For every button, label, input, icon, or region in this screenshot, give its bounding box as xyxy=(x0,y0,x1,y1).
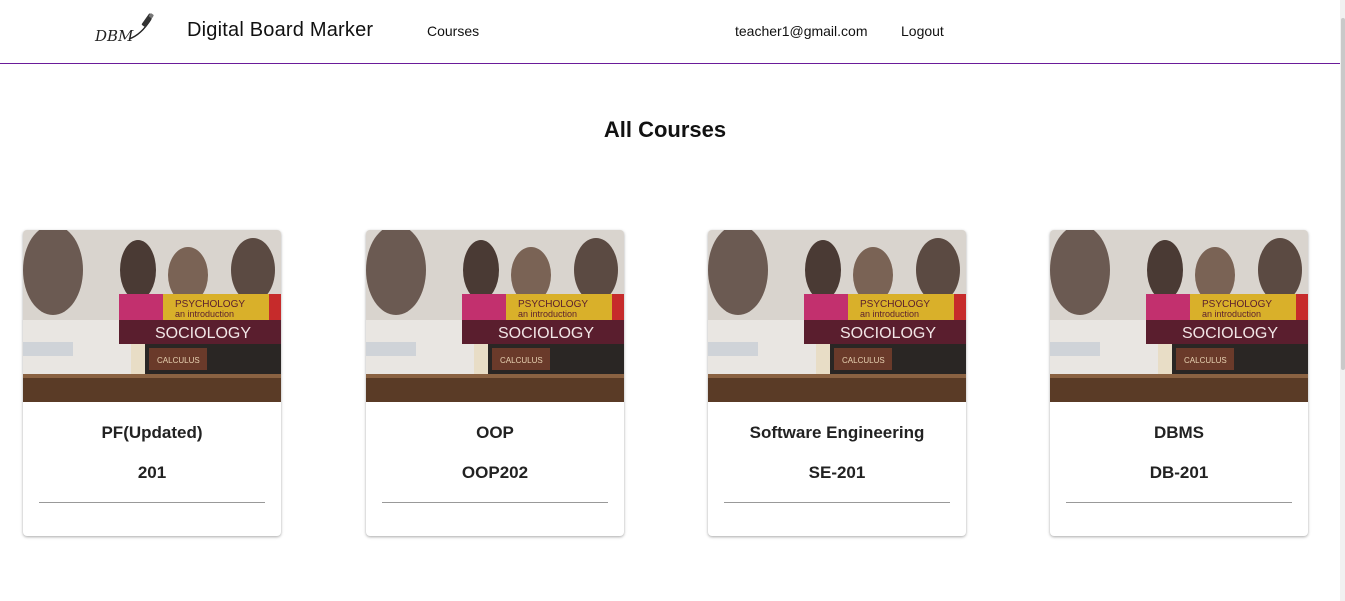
svg-text:an introduction: an introduction xyxy=(518,309,577,319)
course-code: 201 xyxy=(137,463,167,482)
course-card[interactable]: PSYCHOLOGY an introduction SOCIOLOGY CAL… xyxy=(366,230,624,536)
course-name: Software Engineering xyxy=(749,423,925,442)
course-image: PSYCHOLOGY an introduction SOCIOLOGY CAL… xyxy=(708,230,966,402)
svg-text:SOCIOLOGY: SOCIOLOGY xyxy=(155,325,251,342)
app-root: DBM Digital Board Marker Courses teacher… xyxy=(0,0,1345,601)
logo[interactable]: DBM xyxy=(93,11,159,47)
logo-text: DBM xyxy=(94,27,134,45)
svg-text:an introduction: an introduction xyxy=(860,309,919,319)
course-image: PSYCHOLOGY an introduction SOCIOLOGY CAL… xyxy=(366,230,624,402)
user-email[interactable]: teacher1@gmail.com xyxy=(735,23,868,39)
svg-text:CALCULUS: CALCULUS xyxy=(842,356,885,365)
course-code: OOP202 xyxy=(461,463,529,482)
svg-text:SOCIOLOGY: SOCIOLOGY xyxy=(1182,325,1278,342)
course-name: OOP xyxy=(476,423,514,442)
svg-text:SOCIOLOGY: SOCIOLOGY xyxy=(840,325,936,342)
course-name: PF(Updated) xyxy=(101,423,203,442)
course-code: DB-201 xyxy=(1149,463,1209,482)
svg-text:CALCULUS: CALCULUS xyxy=(157,356,200,365)
svg-text:SOCIOLOGY: SOCIOLOGY xyxy=(498,325,594,342)
card-divider xyxy=(1066,502,1292,503)
course-code: SE-201 xyxy=(808,463,866,482)
svg-text:an introduction: an introduction xyxy=(175,309,234,319)
svg-text:an introduction: an introduction xyxy=(1202,309,1261,319)
course-card[interactable]: PSYCHOLOGY an introduction SOCIOLOGY CAL… xyxy=(23,230,281,536)
course-image: PSYCHOLOGY an introduction SOCIOLOGY CAL… xyxy=(23,230,281,402)
svg-text:CALCULUS: CALCULUS xyxy=(1184,356,1227,365)
card-divider xyxy=(39,502,265,503)
course-card[interactable]: PSYCHOLOGY an introduction SOCIOLOGY CAL… xyxy=(1050,230,1308,536)
card-divider xyxy=(724,502,950,503)
navbar: DBM Digital Board Marker Courses teacher… xyxy=(0,0,1340,64)
card-divider xyxy=(382,502,608,503)
course-card[interactable]: PSYCHOLOGY an introduction SOCIOLOGY CAL… xyxy=(708,230,966,536)
course-name: DBMS xyxy=(1153,423,1205,442)
scrollbar-thumb[interactable] xyxy=(1341,18,1345,370)
svg-text:CALCULUS: CALCULUS xyxy=(500,356,543,365)
logout-button[interactable]: Logout xyxy=(901,23,944,39)
page-title: All Courses xyxy=(603,117,727,142)
brand-title[interactable]: Digital Board Marker xyxy=(187,19,373,42)
course-image: PSYCHOLOGY an introduction SOCIOLOGY CAL… xyxy=(1050,230,1308,402)
nav-courses-link[interactable]: Courses xyxy=(427,23,479,39)
